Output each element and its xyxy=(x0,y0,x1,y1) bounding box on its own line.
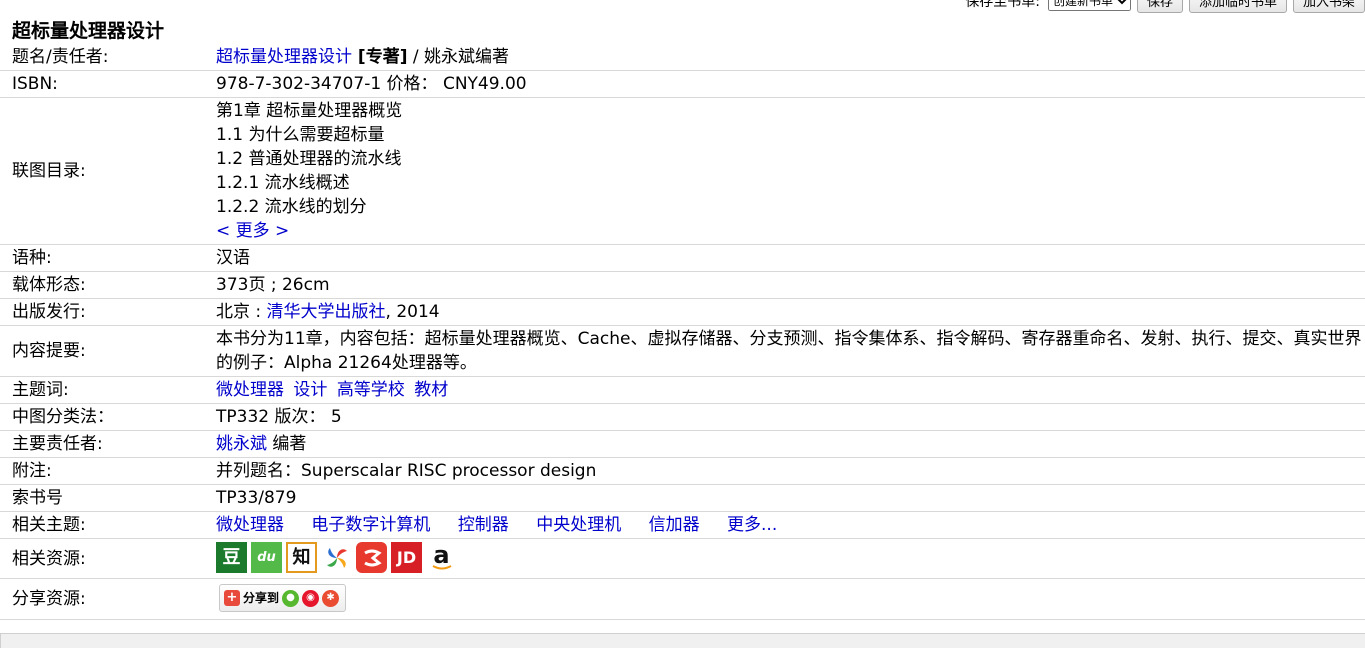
subject-value: 微处理器 设计 高等学校 教材 xyxy=(216,377,1363,403)
row-note: 附注: 并列题名：Superscalar RISC processor desi… xyxy=(0,458,1365,485)
share-button-text: 分享到 xyxy=(243,591,280,605)
row-related-resources: 相关资源: 豆 du 知 JD a xyxy=(0,539,1365,579)
share-button[interactable]: + 分享到 ● ◉ ✱ xyxy=(219,584,347,612)
publish-place: 北京 : xyxy=(216,302,267,322)
toc-more-link[interactable]: < 更多 > xyxy=(216,219,1363,243)
title-resp-label: 题名/责任者: xyxy=(12,47,109,67)
doc-type: [专著] xyxy=(352,47,408,67)
row-callno: 索书号 TP33/879 xyxy=(0,485,1365,512)
toc-line: 1.2 普通处理器的流水线 xyxy=(216,149,402,169)
author-label: 主要责任者: xyxy=(12,434,103,454)
language-label: 语种: xyxy=(12,248,52,268)
note-value: 并列题名：Superscalar RISC processor design xyxy=(216,461,597,481)
save-button[interactable]: 保存 xyxy=(1136,0,1183,13)
subject-label: 主题词: xyxy=(12,380,69,400)
callno-value: TP33/879 xyxy=(216,488,297,508)
booklist-select[interactable]: 创建新书单 xyxy=(1047,0,1131,11)
related-topic-link[interactable]: 微处理器 xyxy=(216,515,284,535)
subject-link[interactable]: 设计 xyxy=(293,380,327,400)
publisher-link[interactable]: 清华大学出版社 xyxy=(267,302,386,322)
renren-icon[interactable]: ✱ xyxy=(322,589,340,607)
share-plus-icon: + xyxy=(224,590,240,606)
add-to-shelf-button[interactable]: 加入书架 xyxy=(1292,0,1365,13)
row-isbn: ISBN: 978-7-302-34707-1 价格： CNY49.00 xyxy=(0,71,1365,98)
row-toc: 联图目录: 第1章 超标量处理器概览 1.1 为什么需要超标量 1.2 普通处理… xyxy=(0,98,1365,245)
title-resp-value: 超标量处理器设计 [专著] / 姚永斌编著 xyxy=(216,44,1363,70)
related-resources-value: 豆 du 知 JD a xyxy=(216,539,1363,578)
author-link[interactable]: 姚永斌 xyxy=(216,434,267,454)
share-label: 分享资源: xyxy=(12,589,86,609)
booklist-toolbar: 保存至书单: 创建新书单 保存 添加临时书单 加入书架 xyxy=(965,0,1365,13)
publish-year: , 2014 xyxy=(385,302,440,322)
book-details: 题名/责任者: 超标量处理器设计 [专著] / 姚永斌编著 ISBN: 978-… xyxy=(0,44,1365,620)
author-role: 编著 xyxy=(267,434,307,454)
row-clc: 中图分类法： TP332 版次： 5 xyxy=(0,404,1365,431)
jd-icon[interactable]: JD xyxy=(391,542,422,573)
wechat-icon[interactable]: ● xyxy=(282,589,300,607)
toc-label: 联图目录: xyxy=(12,161,86,181)
toc-line: 1.2.2 流水线的划分 xyxy=(216,197,367,217)
isbn-value: 978-7-302-34707-1 价格： CNY49.00 xyxy=(216,74,527,94)
isbn-label: ISBN: xyxy=(12,74,58,94)
toc-line: 第1章 超标量处理器概览 xyxy=(216,101,403,121)
row-publish: 出版发行: 北京 : 清华大学出版社, 2014 xyxy=(0,299,1365,326)
baidu-du-icon[interactable]: du xyxy=(251,542,282,573)
amazon-icon-letter: a xyxy=(433,540,450,569)
save-to-label: 保存至书单: xyxy=(965,0,1040,10)
add-temp-booklist-button[interactable]: 添加临时书单 xyxy=(1188,0,1287,13)
row-share: 分享资源: + 分享到 ● ◉ ✱ xyxy=(0,579,1365,620)
dangdang-icon[interactable] xyxy=(356,542,387,573)
callno-label: 索书号 xyxy=(12,488,63,508)
note-label: 附注: xyxy=(12,461,52,481)
subject-link[interactable]: 微处理器 xyxy=(216,380,284,400)
author-value: 姚永斌 编著 xyxy=(216,431,1363,457)
related-topics-label: 相关主题: xyxy=(12,515,86,535)
summary-value: 本书分为11章，内容包括：超标量处理器概览、Cache、虚拟存储器、分支预测、指… xyxy=(216,329,1362,373)
format-value: 373页 ; 26cm xyxy=(216,275,330,295)
zhi-icon[interactable]: 知 xyxy=(286,542,317,573)
format-label: 载体形态: xyxy=(12,275,86,295)
related-topics-more-link[interactable]: 更多... xyxy=(727,515,777,535)
book-title: 超标量处理器设计 xyxy=(12,20,165,42)
language-value: 汉语 xyxy=(216,248,250,268)
subject-link[interactable]: 高等学校 xyxy=(337,380,405,400)
amazon-icon[interactable]: a xyxy=(426,542,457,573)
related-topic-link[interactable]: 中央处理机 xyxy=(536,515,621,535)
douban-icon[interactable]: 豆 xyxy=(216,542,247,573)
share-value: + 分享到 ● ◉ ✱ xyxy=(216,579,1363,619)
related-topic-link[interactable]: 电子数字计算机 xyxy=(311,515,430,535)
pinwheel-icon[interactable] xyxy=(321,542,352,573)
row-author: 主要责任者: 姚永斌 编著 xyxy=(0,431,1365,458)
summary-label: 内容提要: xyxy=(12,341,86,361)
row-language: 语种: 汉语 xyxy=(0,245,1365,272)
related-topic-link[interactable]: 信加器 xyxy=(649,515,700,535)
toc-value: 第1章 超标量处理器概览 1.1 为什么需要超标量 1.2 普通处理器的流水线 … xyxy=(216,98,1363,244)
row-subject: 主题词: 微处理器 设计 高等学校 教材 xyxy=(0,377,1365,404)
row-format: 载体形态: 373页 ; 26cm xyxy=(0,272,1365,299)
related-resources-label: 相关资源: xyxy=(12,548,86,569)
title-link[interactable]: 超标量处理器设计 xyxy=(216,47,352,67)
clc-label: 中图分类法： xyxy=(12,407,114,427)
weibo-icon[interactable]: ◉ xyxy=(302,589,320,607)
related-topic-link[interactable]: 控制器 xyxy=(458,515,509,535)
toc-line: 1.2.1 流水线概述 xyxy=(216,173,350,193)
publish-label: 出版发行: xyxy=(12,302,86,322)
responsibility: / 姚永斌编著 xyxy=(407,47,510,67)
row-related-topics: 相关主题: 微处理器 电子数字计算机 控制器 中央处理机 信加器 更多... xyxy=(0,512,1365,539)
publish-value: 北京 : 清华大学出版社, 2014 xyxy=(216,299,1363,325)
related-topics-value: 微处理器 电子数字计算机 控制器 中央处理机 信加器 更多... xyxy=(216,512,1363,538)
clc-value: TP332 版次： 5 xyxy=(216,407,342,427)
bottom-panel-edge xyxy=(0,633,1365,648)
row-title-resp: 题名/责任者: 超标量处理器设计 [专著] / 姚永斌编著 xyxy=(0,44,1365,71)
toc-line: 1.1 为什么需要超标量 xyxy=(216,125,385,145)
subject-link[interactable]: 教材 xyxy=(414,380,448,400)
row-summary: 内容提要: 本书分为11章，内容包括：超标量处理器概览、Cache、虚拟存储器、… xyxy=(0,326,1365,377)
